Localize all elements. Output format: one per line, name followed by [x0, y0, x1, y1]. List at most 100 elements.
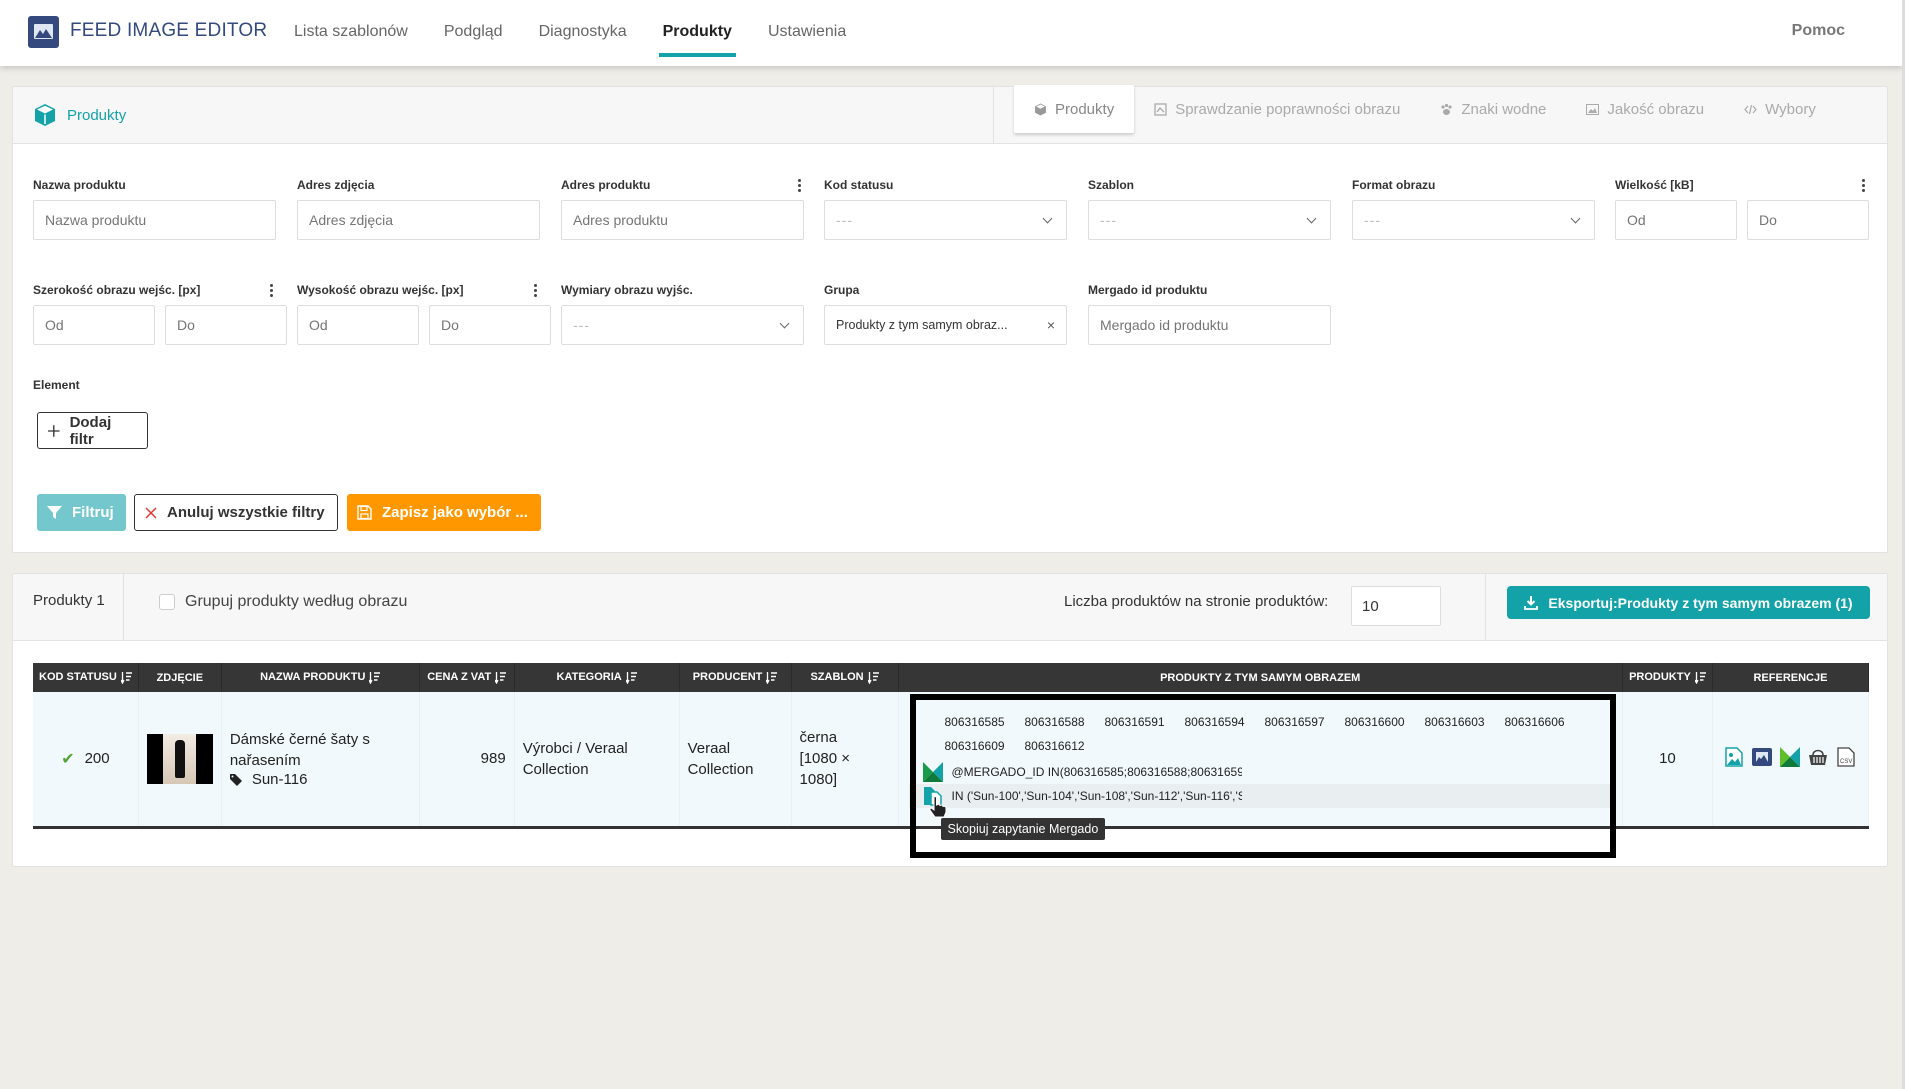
tab-products[interactable]: Produkty [1014, 85, 1135, 133]
app-brand-title[interactable]: FEED IMAGE EDITOR [70, 20, 267, 42]
product-name-input[interactable] [33, 200, 276, 240]
same-image-id[interactable]: 806316591 [1105, 710, 1185, 734]
column-label: NAZWA PRODUKTU [260, 671, 366, 684]
column-header-products[interactable]: PRODUKTY [1622, 663, 1713, 692]
field-image-url: Adres zdjęcia [297, 177, 540, 193]
field-product-name: Nazwa produktu [33, 177, 276, 193]
cell-producer: Veraal Collection [679, 692, 792, 827]
nav-item-settings[interactable]: Ustawienia [754, 0, 860, 66]
column-label: PRODUKTY Z TYM SAMYM OBRAZEM [1160, 671, 1361, 684]
column-header-status[interactable]: KOD STATUSU [33, 663, 139, 692]
input-height-to[interactable] [429, 305, 551, 345]
mergado-id-input[interactable] [1088, 305, 1331, 345]
feed-image-editor-icon[interactable] [1752, 747, 1773, 771]
more-options-icon[interactable] [270, 283, 274, 297]
button-label: Eksportuj:Produkty z tym samym obrazem (… [1548, 594, 1853, 611]
products-toolbar: Produkty 1 Grupuj produkty według obrazu… [13, 574, 1887, 641]
input-width-to[interactable] [165, 305, 287, 345]
same-image-id[interactable]: 806316603 [1425, 710, 1505, 734]
mergado-icon[interactable] [922, 761, 943, 782]
same-image-id[interactable]: 806316597 [1265, 710, 1345, 734]
more-options-icon[interactable] [534, 283, 538, 297]
select-value: Produkty z tym samym obraz... [836, 318, 1008, 332]
more-options-icon[interactable] [1862, 178, 1866, 192]
save-as-selection-button[interactable]: Zapisz jako wybór ... [347, 494, 541, 531]
cell-category: Výrobci / Veraal Collection [514, 692, 680, 827]
output-dimensions-select[interactable]: --- [561, 305, 804, 345]
field-label: Element [33, 378, 80, 392]
column-header-name[interactable]: NAZWA PRODUKTU [221, 663, 420, 692]
svg-text:CSV: CSV [1840, 759, 1852, 765]
column-header-price[interactable]: CENA Z VAT [419, 663, 515, 692]
product-thumbnail[interactable] [146, 733, 213, 784]
mergado-icon[interactable] [1780, 746, 1801, 771]
filter-button[interactable]: Filtruj [37, 494, 126, 531]
image-format-select[interactable]: --- [1352, 200, 1595, 240]
input-width-from[interactable] [33, 305, 155, 345]
basket-icon[interactable] [1808, 747, 1828, 771]
per-page-input[interactable]: 10 [1351, 586, 1441, 626]
same-image-id[interactable]: 806316594 [1185, 710, 1265, 734]
nav-item-products[interactable]: Produkty [649, 0, 746, 66]
same-image-id[interactable]: 806316609 [945, 734, 1025, 758]
same-image-id[interactable]: 806316588 [1025, 710, 1105, 734]
add-filter-button[interactable]: Dodaj filtr [37, 412, 148, 449]
export-button[interactable]: Eksportuj:Produkty z tym samym obrazem (… [1507, 586, 1870, 619]
nav-item-preview[interactable]: Podgląd [430, 0, 517, 66]
cancel-all-filters-button[interactable]: Anuluj wszystkie filtry [134, 494, 338, 531]
image-url-input[interactable] [297, 200, 540, 240]
field-label: Adres zdjęcia [297, 178, 375, 192]
column-header-template[interactable]: SZABLON [791, 663, 899, 692]
input-height-from[interactable] [297, 305, 419, 345]
field-status-code: Kod statusu [824, 177, 1067, 193]
column-label: SZABLON [810, 671, 864, 684]
tab-watermarks[interactable]: Znaki wodne [1420, 85, 1566, 133]
tag-icon [229, 773, 242, 786]
status-code-select[interactable]: --- [824, 200, 1067, 240]
column-header-category[interactable]: KATEGORIA [514, 663, 680, 692]
field-input-height: Wysokość obrazu wejśc. [px] [297, 282, 540, 298]
group-select[interactable]: Produkty z tym samym obraz... × [824, 305, 1067, 345]
button-label: Zapisz jako wybór ... [382, 504, 528, 521]
chevron-down-icon [779, 318, 790, 328]
same-image-id[interactable]: 806316606 [1505, 710, 1585, 734]
column-header-producer[interactable]: PRODUCENT [679, 663, 792, 692]
products-table: KOD STATUSU ZDJĘCIE NAZWA PRODUKTU CENA … [33, 663, 1870, 840]
size-from-input[interactable] [1615, 200, 1737, 240]
checkbox[interactable] [159, 594, 175, 610]
field-label: Kod statusu [824, 178, 894, 192]
csv-file-icon[interactable]: CSV [1836, 747, 1856, 771]
same-image-id[interactable]: 806316612 [1025, 734, 1105, 758]
main-nav: Lista szablonów Podgląd Diagnostyka Prod… [280, 0, 868, 66]
clear-icon[interactable]: × [1047, 317, 1055, 333]
group-by-image-checkbox[interactable]: Grupuj produkty według obrazu [159, 593, 407, 611]
cell-references: CSV [1712, 692, 1870, 827]
product-url-input[interactable] [561, 200, 804, 240]
tab-image-quality[interactable]: Jakość obrazu [1566, 85, 1724, 133]
size-to-input[interactable] [1747, 200, 1869, 240]
filter-tabs: Produkty Sprawdzanie poprawności obrazu … [993, 85, 1887, 143]
template-name: černa [799, 729, 838, 747]
product-name[interactable]: Dámské černé šaty s nařasením [230, 729, 411, 771]
nav-item-template-list[interactable]: Lista szablonów [280, 0, 422, 66]
tab-image-validation[interactable]: Sprawdzanie poprawności obrazu [1134, 85, 1420, 133]
help-link[interactable]: Pomoc [1792, 22, 1845, 40]
field-product-url: Adres produktu [561, 177, 804, 193]
sort-icon [867, 671, 879, 684]
image-file-icon[interactable] [1724, 747, 1744, 771]
chevron-down-icon [1306, 213, 1317, 223]
column-label: REFERENCJE [1753, 671, 1828, 684]
sort-icon [120, 671, 132, 684]
nav-item-diagnostics[interactable]: Diagnostyka [525, 0, 641, 66]
per-page-label: Liczba produktów na stronie produktów: [1064, 593, 1329, 610]
same-image-id[interactable]: 806316600 [1345, 710, 1425, 734]
tab-selections[interactable]: Wybory [1724, 85, 1836, 133]
more-options-icon[interactable] [798, 178, 802, 192]
template-select[interactable]: --- [1088, 200, 1331, 240]
tab-label: Produkty [1055, 100, 1115, 118]
app-logo-icon[interactable] [28, 16, 59, 48]
image-check-icon [1154, 102, 1167, 116]
funnel-icon [47, 506, 62, 519]
same-image-id[interactable]: 806316585 [945, 710, 1025, 734]
field-template: Szablon [1088, 177, 1331, 193]
